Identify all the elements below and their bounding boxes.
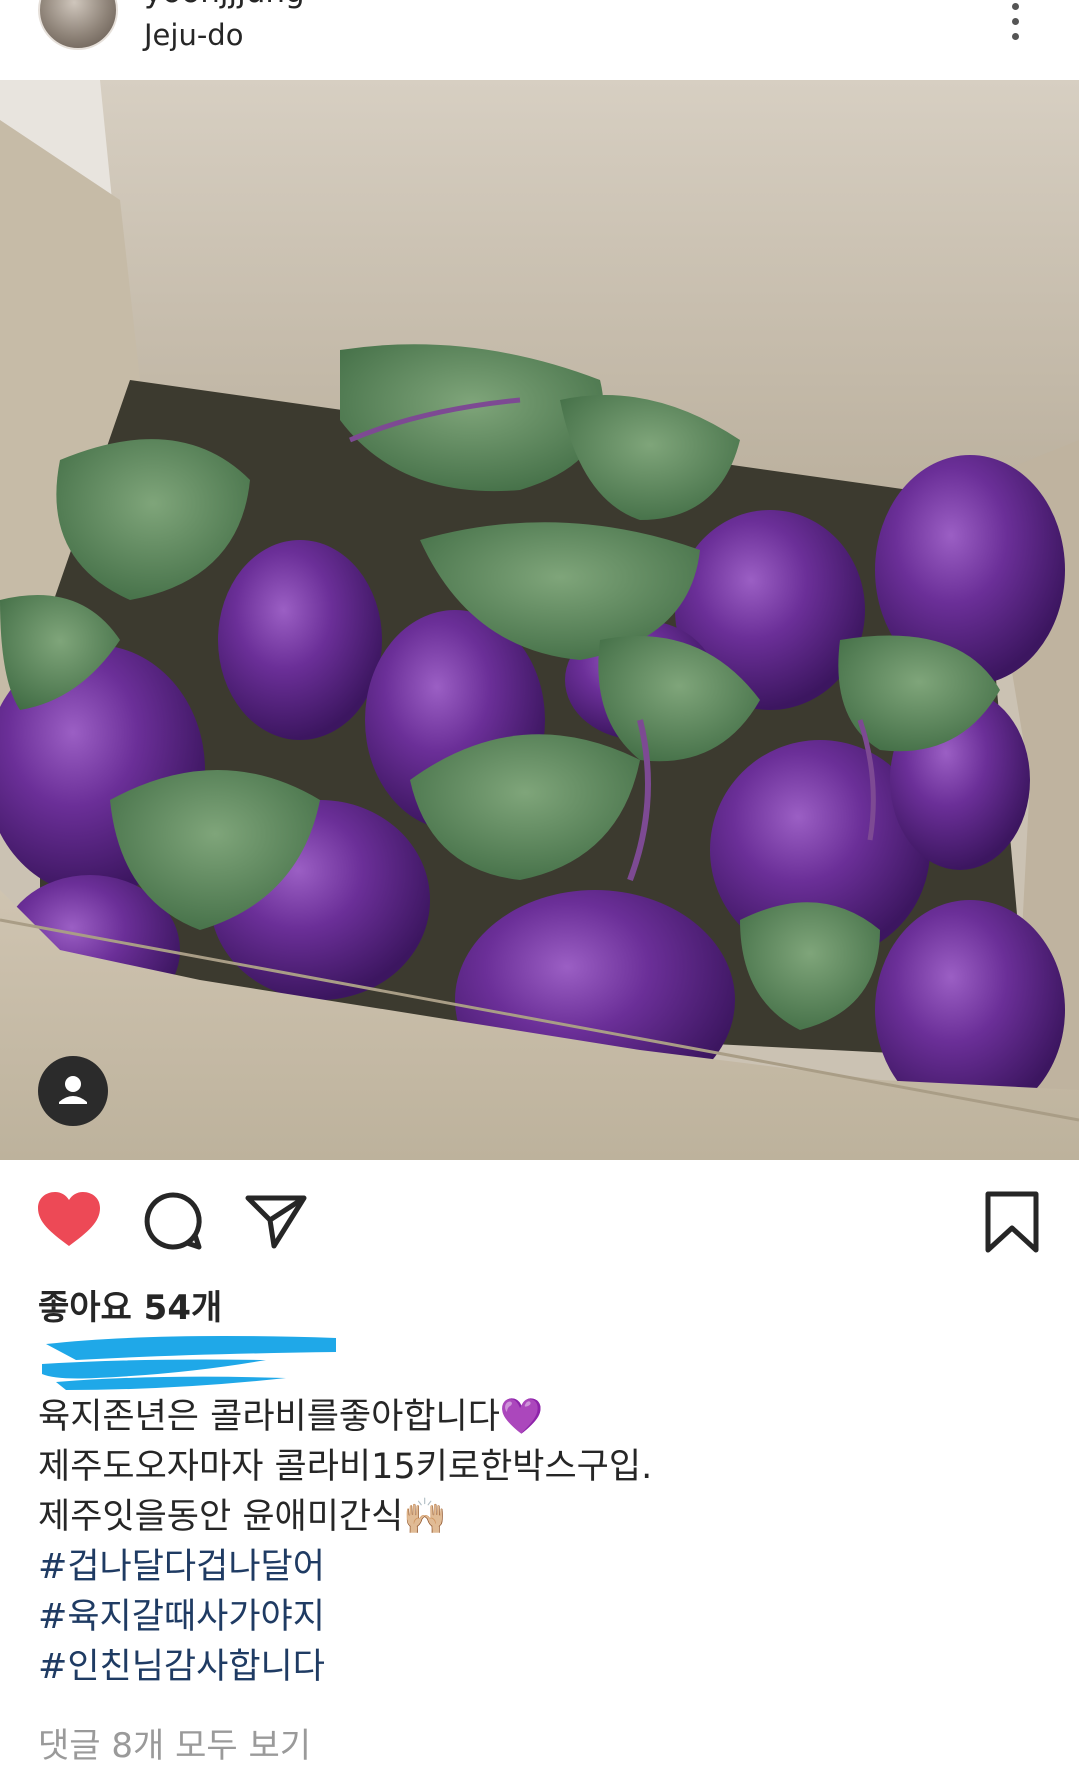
post-location[interactable]: Jeju-do <box>144 18 243 52</box>
caption-line: 제주도오자마자 콜라비15키로한박스구입. <box>38 1447 653 1487</box>
hashtag-link[interactable]: #겁나달다겁나달어 <box>38 1542 1038 1592</box>
comment-bubble-icon[interactable] <box>142 1190 204 1256</box>
post-photo[interactable] <box>0 80 1079 1160</box>
heart-icon[interactable] <box>36 1190 102 1254</box>
more-vertical-icon[interactable] <box>1005 0 1025 40</box>
user-avatar[interactable] <box>38 0 118 50</box>
kohlrabi-box-illustration <box>0 80 1079 1160</box>
tag-people-button[interactable] <box>38 1056 108 1126</box>
hashtag-link[interactable]: #육지갈때사가야지 <box>38 1592 1038 1642</box>
post-header: yoonjjjung Jeju-do <box>0 0 1079 80</box>
paper-plane-icon[interactable] <box>244 1190 308 1256</box>
caption-line: 제주잇을동안 윤애미간식🙌🏼 <box>38 1497 447 1537</box>
caption-line: 육지존년은 콜라비를좋아합니다💜 <box>38 1397 544 1437</box>
view-all-comments-link[interactable]: 댓글 8개 모두 보기 <box>38 1718 311 1767</box>
post-username[interactable]: yoonjjjung <box>144 0 305 10</box>
likes-count[interactable]: 좋아요 54개 <box>38 1280 222 1329</box>
redacted-username-scribble <box>42 1336 336 1390</box>
post-action-bar <box>0 1180 1079 1268</box>
hashtag-link[interactable]: #인친님감사합니다 <box>38 1642 1038 1692</box>
person-tag-icon <box>59 1076 87 1104</box>
post-caption: 육지존년은 콜라비를좋아합니다💜 제주도오자마자 콜라비15키로한박스구입. 제… <box>38 1392 1038 1692</box>
bookmark-icon[interactable] <box>984 1190 1040 1258</box>
